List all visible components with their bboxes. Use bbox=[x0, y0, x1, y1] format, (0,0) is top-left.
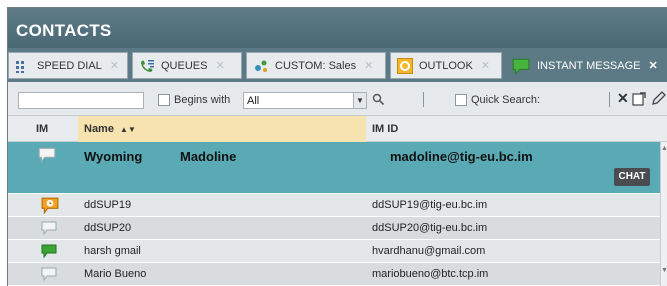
tab-custom-sales[interactable]: CUSTOM: Sales ✕ bbox=[246, 52, 386, 79]
offline-chat-icon bbox=[41, 221, 57, 235]
outlook-icon bbox=[397, 57, 413, 74]
queue-icon bbox=[141, 59, 154, 72]
table-row[interactable]: ddSUP20 ddSUP20@tig-eu.bc.im bbox=[8, 217, 660, 240]
contact-name: harsh gmail bbox=[84, 245, 141, 257]
instant-message-icon bbox=[512, 58, 530, 75]
close-icon[interactable]: ✕ bbox=[364, 59, 373, 72]
contact-im-id: mariobueno@btc.tcp.im bbox=[372, 268, 489, 280]
quick-search-checkbox[interactable] bbox=[455, 94, 467, 106]
online-chat-icon bbox=[41, 244, 57, 258]
column-header-im-id[interactable]: IM ID bbox=[366, 116, 660, 142]
grid-header: IM Name ▲▼ IM ID bbox=[8, 116, 667, 142]
filter-select[interactable]: All ▼ bbox=[243, 92, 367, 109]
tab-label: QUEUES bbox=[161, 59, 208, 72]
quick-search-label: Quick Search: bbox=[471, 94, 541, 106]
contact-im-id: ddSUP20@tig-eu.bc.im bbox=[372, 222, 488, 234]
contact-im-id: ddSUP19@tig-eu.bc.im bbox=[372, 199, 488, 211]
contacts-window: CONTACTS SPEED DIAL ✕ QUEUES ✕ CUSTOM: S… bbox=[7, 7, 667, 286]
contact-name: ddSUP20 bbox=[84, 222, 132, 234]
scroll-down-icon[interactable]: ▼ bbox=[661, 267, 667, 274]
chat-button[interactable]: CHAT bbox=[614, 168, 650, 186]
sort-icon: ▲▼ bbox=[120, 125, 136, 134]
grid-icon bbox=[16, 60, 24, 73]
tab-label: INSTANT MESSAGE bbox=[537, 59, 641, 72]
edit-icon[interactable] bbox=[651, 91, 666, 106]
scroll-up-icon[interactable]: ▲ bbox=[661, 145, 667, 152]
contact-im-id: hvardhanu@gmail.com bbox=[372, 245, 486, 257]
close-icon[interactable]: ✕ bbox=[215, 59, 224, 72]
table-row[interactable]: ddSUP19 ddSUP19@tig-eu.bc.im bbox=[8, 194, 660, 217]
clear-icon[interactable]: ✕ bbox=[617, 90, 629, 107]
contact-first-name: Wyoming bbox=[84, 149, 143, 164]
tab-strip: SPEED DIAL ✕ QUEUES ✕ CUSTOM: Sales ✕ OU… bbox=[8, 48, 667, 82]
contact-name: ddSUP19 bbox=[84, 199, 132, 211]
filter-select-value: All bbox=[247, 95, 260, 107]
toolbar-divider bbox=[423, 92, 424, 107]
tab-label: SPEED DIAL bbox=[37, 59, 102, 72]
search-icon[interactable] bbox=[372, 93, 385, 106]
column-header-im[interactable]: IM bbox=[8, 116, 78, 142]
tab-label: CUSTOM: Sales bbox=[275, 59, 357, 72]
offline-chat-icon bbox=[38, 147, 56, 163]
custom-icon bbox=[255, 60, 267, 72]
table-row[interactable]: Mario Bueno mariobueno@btc.tcp.im bbox=[8, 263, 660, 286]
contact-im-id: madoline@tig-eu.bc.im bbox=[390, 149, 533, 164]
column-header-name[interactable]: Name ▲▼ bbox=[78, 116, 366, 142]
contact-name: Mario Bueno bbox=[84, 268, 147, 280]
contact-row-selected[interactable]: Wyoming Madoline madoline@tig-eu.bc.im C… bbox=[8, 142, 660, 194]
add-contact-icon[interactable] bbox=[632, 92, 646, 106]
begins-with-label: Begins with bbox=[174, 94, 231, 106]
tab-label: OUTLOOK bbox=[419, 59, 473, 72]
offline-chat-icon bbox=[41, 267, 57, 281]
search-input[interactable] bbox=[18, 92, 144, 109]
tab-outlook[interactable]: OUTLOOK ✕ bbox=[390, 52, 502, 79]
vertical-scrollbar[interactable]: ▲ ▼ bbox=[660, 142, 667, 286]
chevron-down-icon[interactable]: ▼ bbox=[353, 93, 366, 108]
tab-speed-dial[interactable]: SPEED DIAL ✕ bbox=[8, 52, 128, 79]
close-icon[interactable]: ✕ bbox=[649, 59, 658, 72]
tab-queues[interactable]: QUEUES ✕ bbox=[132, 52, 242, 79]
window-title: CONTACTS bbox=[8, 8, 667, 48]
begins-with-checkbox[interactable] bbox=[158, 94, 170, 106]
tab-instant-message[interactable]: INSTANT MESSAGE ✕ bbox=[504, 52, 660, 79]
close-icon[interactable]: ✕ bbox=[481, 59, 490, 72]
away-chat-icon bbox=[41, 197, 59, 214]
close-icon[interactable]: ✕ bbox=[110, 59, 119, 72]
toolbar-divider bbox=[609, 92, 610, 107]
contact-last-name: Madoline bbox=[180, 149, 237, 164]
table-row[interactable]: harsh gmail hvardhanu@gmail.com bbox=[8, 240, 660, 263]
toolbar: Begins with All ▼ Quick Search: ✕ bbox=[8, 82, 667, 116]
